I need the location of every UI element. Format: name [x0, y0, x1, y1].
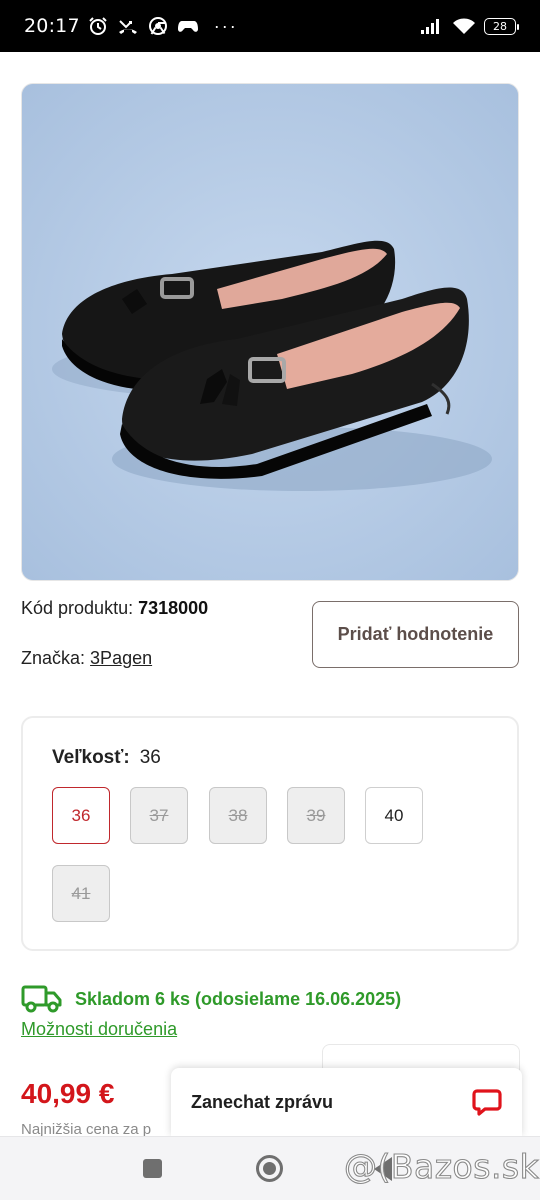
product-photo — [22, 84, 518, 580]
recent-apps-button[interactable] — [143, 1159, 162, 1178]
delivery-options-link[interactable]: Možnosti doručenia — [21, 1019, 177, 1040]
size-option-37[interactable]: 37 — [130, 787, 188, 844]
more-notifications-icon: ··· — [213, 15, 238, 36]
missed-call-icon — [118, 20, 137, 34]
product-code-label: Kód produktu: — [21, 598, 134, 618]
size-option-36[interactable]: 36 — [52, 787, 110, 844]
alarm-icon — [89, 17, 107, 35]
add-review-button[interactable]: Pridať hodnotenie — [312, 601, 519, 668]
size-label: Veľkosť: — [52, 747, 130, 768]
stock-text: Skladom 6 ks (odosielame 16.06.2025) — [75, 988, 402, 1009]
status-time: 20:17 — [24, 15, 80, 37]
product-price: 40,99 € — [21, 1078, 115, 1109]
size-option-41[interactable]: 41 — [52, 865, 110, 922]
game-controller-icon — [177, 21, 198, 32]
size-heading: Veľkosť: 36 — [52, 747, 161, 769]
size-option-39[interactable]: 39 — [287, 787, 345, 844]
chat-bubble-icon[interactable] — [472, 1087, 502, 1117]
chat-label: Zanechat zprávu — [191, 1091, 334, 1112]
wifi-icon — [453, 18, 475, 34]
product-brand: Značka: 3Pagen — [21, 648, 152, 669]
battery-icon: 28 — [484, 17, 519, 35]
chat-widget[interactable]: Zanechat zprávu — [171, 1068, 522, 1136]
delivery-truck-icon — [21, 985, 62, 1013]
signal-icon — [421, 19, 439, 34]
selected-size: 36 — [139, 747, 161, 768]
brand-link[interactable]: 3Pagen — [90, 648, 152, 668]
product-code-value: 7318000 — [138, 598, 209, 618]
product-image[interactable] — [21, 83, 519, 581]
chrome-icon — [148, 17, 167, 35]
brand-label: Značka: — [21, 648, 86, 668]
product-code: Kód produktu: 7318000 — [21, 598, 208, 619]
stock-status: Skladom 6 ks (odosielame 16.06.2025) — [21, 984, 401, 1014]
size-selector: Veľkosť: 36 36 37 38 39 40 41 — [21, 716, 519, 951]
status-bar: 20:17 ··· 28 — [0, 0, 540, 52]
system-icons: 28 — [420, 17, 519, 35]
size-option-38[interactable]: 38 — [209, 787, 267, 844]
battery-level: 28 — [493, 19, 507, 33]
home-button[interactable] — [256, 1155, 283, 1182]
bazos-watermark: @(Bazos.sk — [343, 1146, 540, 1186]
size-option-40[interactable]: 40 — [365, 787, 423, 844]
notification-icons: ··· — [88, 16, 238, 37]
